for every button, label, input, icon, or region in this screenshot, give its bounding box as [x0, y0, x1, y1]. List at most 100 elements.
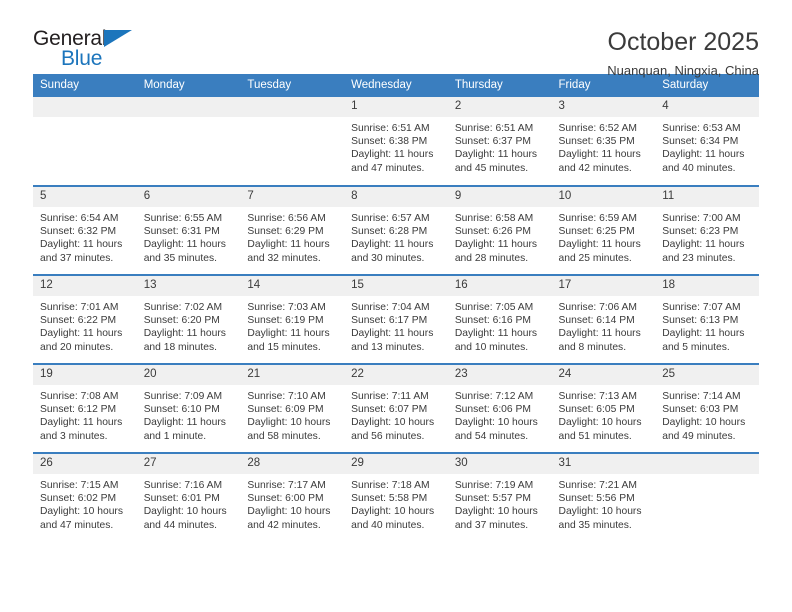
daylight-duration-line2: and 54 minutes.	[454, 430, 529, 442]
sunrise-time: Sunrise: 6:55 AM	[143, 213, 223, 224]
logo-triangle-icon	[104, 30, 132, 47]
calendar-day-cell[interactable]: 13 Sunrise: 7:02 AM Sunset: 6:20 PM Dayligh…	[136, 274, 241, 364]
calendar-day-cell[interactable]: 18 Sunrise: 7:07 AM Sunset: 6:13 PM Dayligh…	[655, 274, 759, 364]
daylight-duration-line2: and 1 minute.	[143, 430, 207, 442]
page-location: Nuanquan, Ningxia, China	[607, 63, 759, 78]
calendar-day-cell[interactable]: 20 Sunrise: 7:09 AM Sunset: 6:10 PM Dayligh…	[136, 363, 241, 453]
day-details: Sunrise: 6:53 AM Sunset: 6:34 PM Daylight:…	[655, 117, 759, 175]
day-number	[655, 454, 759, 474]
calendar-day-cell[interactable]: 3 Sunrise: 6:52 AM Sunset: 6:35 PM Daylight…	[551, 97, 656, 186]
daylight-duration-line2: and 51 minutes.	[558, 430, 632, 442]
sunset-time: Sunset: 5:58 PM	[351, 493, 428, 505]
day-number: 17	[551, 276, 656, 296]
sunset-time: Sunset: 6:01 PM	[143, 493, 220, 505]
daylight-duration-line2: and 37 minutes.	[40, 252, 114, 264]
calendar-day-cell[interactable]: 19 Sunrise: 7:08 AM Sunset: 6:12 PM Dayligh…	[33, 363, 137, 453]
day-details: Sunrise: 7:13 AM Sunset: 6:05 PM Daylight:…	[552, 385, 656, 443]
calendar-day-cell[interactable]: 2 Sunrise: 6:51 AM Sunset: 6:37 PM Daylight…	[447, 97, 552, 186]
calendar-day-cell[interactable]: 22 Sunrise: 7:11 AM Sunset: 6:07 PM Dayligh…	[344, 363, 448, 453]
day-number: 8	[344, 187, 448, 207]
sunset-time: Sunset: 6:07 PM	[351, 404, 428, 416]
logo-text-blue: Blue	[61, 47, 103, 70]
day-number: 24	[551, 365, 656, 385]
calendar-day-cell[interactable]: 28 Sunrise: 7:17 AM Sunset: 6:00 PM Dayligh…	[240, 452, 345, 542]
calendar-day-cell[interactable]: 10 Sunrise: 6:59 AM Sunset: 6:25 PM Dayligh…	[551, 185, 656, 275]
sunset-time: Sunset: 6:28 PM	[351, 226, 428, 238]
daylight-duration-line1: Daylight: 11 hours	[558, 239, 641, 251]
calendar-day-cell[interactable]: 14 Sunrise: 7:03 AM Sunset: 6:19 PM Dayligh…	[240, 274, 345, 364]
sunrise-time: Sunrise: 6:54 AM	[40, 213, 119, 224]
calendar-day-cell[interactable]: 6 Sunrise: 6:55 AM Sunset: 6:31 PM Daylight…	[136, 185, 241, 275]
day-number: 25	[655, 365, 759, 385]
sunrise-time: Sunrise: 7:01 AM	[40, 302, 119, 313]
sunrise-time: Sunrise: 7:05 AM	[454, 302, 534, 313]
daylight-duration-line1: Daylight: 11 hours	[454, 149, 538, 161]
day-number: 21	[240, 365, 345, 385]
calendar-day-cell[interactable]: 29 Sunrise: 7:18 AM Sunset: 5:58 PM Dayligh…	[344, 452, 448, 542]
sunrise-time: Sunrise: 6:51 AM	[351, 123, 430, 134]
general-blue-logo[interactable]: General Blue	[33, 26, 153, 74]
sunrise-time: Sunrise: 7:08 AM	[40, 391, 119, 402]
calendar-day-cell[interactable]: 24 Sunrise: 7:13 AM Sunset: 6:05 PM Dayligh…	[551, 363, 656, 453]
daylight-duration-line1: Daylight: 11 hours	[351, 239, 434, 251]
weekday-header-sunday: Sunday	[33, 74, 137, 97]
daylight-duration-line2: and 30 minutes.	[351, 252, 425, 264]
day-details: Sunrise: 7:21 AM Sunset: 5:56 PM Daylight:…	[552, 474, 656, 532]
calendar-day-cell-empty	[240, 97, 345, 186]
day-number: 23	[447, 365, 552, 385]
calendar-day-cell[interactable]: 15 Sunrise: 7:04 AM Sunset: 6:17 PM Dayligh…	[344, 274, 448, 364]
sunrise-time: Sunrise: 7:11 AM	[351, 391, 429, 402]
calendar-day-cell[interactable]: 5 Sunrise: 6:54 AM Sunset: 6:32 PM Daylight…	[33, 185, 137, 275]
daylight-duration-line2: and 5 minutes.	[662, 341, 730, 353]
calendar-day-cell[interactable]: 27 Sunrise: 7:16 AM Sunset: 6:01 PM Dayligh…	[136, 452, 241, 542]
day-details: Sunrise: 7:08 AM Sunset: 6:12 PM Daylight:…	[33, 385, 137, 443]
calendar-day-cell[interactable]: 7 Sunrise: 6:56 AM Sunset: 6:29 PM Daylight…	[240, 185, 345, 275]
calendar-day-cell[interactable]: 31 Sunrise: 7:21 AM Sunset: 5:56 PM Dayligh…	[551, 452, 656, 542]
sunrise-time: Sunrise: 6:51 AM	[454, 123, 534, 134]
daylight-duration-line1: Daylight: 10 hours	[351, 506, 435, 518]
sunrise-time: Sunrise: 6:56 AM	[247, 213, 326, 224]
sunrise-time: Sunrise: 6:57 AM	[351, 213, 430, 224]
sunset-time: Sunset: 6:23 PM	[662, 226, 739, 238]
daylight-duration-line1: Daylight: 10 hours	[351, 417, 435, 429]
daylight-duration-line2: and 47 minutes.	[351, 162, 425, 174]
calendar-day-cell[interactable]: 12 Sunrise: 7:01 AM Sunset: 6:22 PM Dayligh…	[33, 274, 137, 364]
day-details: Sunrise: 6:51 AM Sunset: 6:38 PM Daylight:…	[344, 117, 448, 175]
day-details: Sunrise: 6:51 AM Sunset: 6:37 PM Daylight:…	[448, 117, 552, 175]
calendar-week-row: 26 Sunrise: 7:15 AM Sunset: 6:02 PM Dayligh…	[33, 452, 759, 542]
daylight-duration-line1: Daylight: 11 hours	[351, 149, 434, 161]
day-details: Sunrise: 7:05 AM Sunset: 6:16 PM Daylight:…	[448, 296, 552, 354]
sunrise-time: Sunrise: 7:18 AM	[351, 480, 430, 491]
day-details: Sunrise: 6:52 AM Sunset: 6:35 PM Daylight:…	[552, 117, 656, 175]
daylight-duration-line2: and 42 minutes.	[558, 162, 632, 174]
calendar-day-cell[interactable]: 16 Sunrise: 7:05 AM Sunset: 6:16 PM Dayligh…	[447, 274, 552, 364]
sunset-time: Sunset: 6:32 PM	[40, 226, 117, 238]
day-number: 11	[655, 187, 759, 207]
calendar-day-cell[interactable]: 8 Sunrise: 6:57 AM Sunset: 6:28 PM Daylight…	[344, 185, 448, 275]
day-number: 9	[447, 187, 552, 207]
calendar-day-cell[interactable]: 25 Sunrise: 7:14 AM Sunset: 6:03 PM Dayligh…	[655, 363, 759, 453]
calendar-day-cell[interactable]: 11 Sunrise: 7:00 AM Sunset: 6:23 PM Dayligh…	[655, 185, 759, 275]
daylight-duration-line2: and 37 minutes.	[454, 519, 529, 531]
sunrise-time: Sunrise: 7:02 AM	[143, 302, 223, 313]
calendar-day-cell[interactable]: 4 Sunrise: 6:53 AM Sunset: 6:34 PM Daylight…	[655, 97, 759, 186]
calendar-day-cell[interactable]: 1 Sunrise: 6:51 AM Sunset: 6:38 PM Daylight…	[344, 97, 448, 186]
calendar-day-cell[interactable]: 26 Sunrise: 7:15 AM Sunset: 6:02 PM Dayligh…	[33, 452, 137, 542]
calendar-day-cell[interactable]: 21 Sunrise: 7:10 AM Sunset: 6:09 PM Dayligh…	[240, 363, 345, 453]
daylight-duration-line2: and 44 minutes.	[143, 519, 217, 531]
sunrise-time: Sunrise: 7:07 AM	[662, 302, 741, 313]
calendar-day-cell[interactable]: 17 Sunrise: 7:06 AM Sunset: 6:14 PM Dayligh…	[551, 274, 656, 364]
daylight-duration-line1: Daylight: 10 hours	[143, 506, 227, 518]
day-number: 18	[655, 276, 759, 296]
day-details: Sunrise: 6:54 AM Sunset: 6:32 PM Daylight:…	[33, 207, 137, 265]
sunset-time: Sunset: 6:20 PM	[143, 315, 220, 327]
sunrise-time: Sunrise: 7:14 AM	[662, 391, 741, 402]
sunrise-time: Sunrise: 7:00 AM	[662, 213, 741, 224]
day-details: Sunrise: 7:14 AM Sunset: 6:03 PM Daylight:…	[655, 385, 759, 443]
day-details: Sunrise: 7:17 AM Sunset: 6:00 PM Daylight:…	[240, 474, 344, 532]
sunset-time: Sunset: 6:31 PM	[143, 226, 220, 238]
calendar-day-cell[interactable]: 30 Sunrise: 7:19 AM Sunset: 5:57 PM Dayligh…	[447, 452, 552, 542]
calendar-day-cell[interactable]: 9 Sunrise: 6:58 AM Sunset: 6:26 PM Daylight…	[447, 185, 552, 275]
sunset-time: Sunset: 6:10 PM	[143, 404, 220, 416]
calendar-day-cell[interactable]: 23 Sunrise: 7:12 AM Sunset: 6:06 PM Dayligh…	[447, 363, 552, 453]
